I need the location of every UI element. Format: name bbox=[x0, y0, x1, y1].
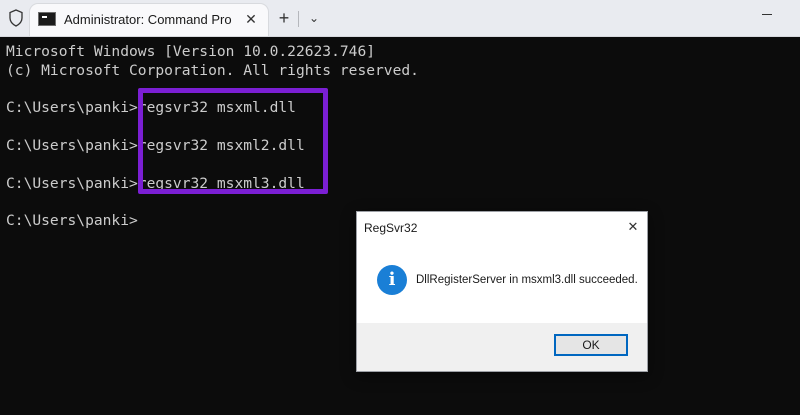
separator bbox=[298, 11, 299, 27]
terminal-prompt[interactable]: C:\Users\panki> bbox=[6, 212, 138, 230]
close-icon[interactable]: ✕ bbox=[623, 217, 643, 237]
terminal-line: (c) Microsoft Corporation. All rights re… bbox=[6, 62, 419, 79]
new-tab-button[interactable]: + bbox=[272, 6, 296, 30]
dialog-footer: OK bbox=[357, 323, 647, 371]
terminal-icon bbox=[38, 12, 56, 26]
shield-icon bbox=[9, 9, 23, 27]
close-icon[interactable]: ✕ bbox=[240, 8, 262, 30]
terminal-line: Microsoft Windows [Version 10.0.22623.74… bbox=[6, 43, 376, 60]
command-highlight-box bbox=[138, 88, 328, 194]
tab-command-prompt[interactable]: Administrator: Command Pro ✕ bbox=[30, 4, 268, 36]
dialog-title: RegSvr32 bbox=[364, 221, 418, 235]
chevron-down-icon[interactable]: ⌄ bbox=[302, 6, 326, 30]
info-icon: i bbox=[377, 265, 407, 295]
regsvr32-dialog: RegSvr32 ✕ i DllRegisterServer in msxml3… bbox=[356, 211, 648, 372]
title-bar: Administrator: Command Pro ✕ + ⌄ bbox=[0, 0, 800, 37]
dialog-message: DllRegisterServer in msxml3.dll succeede… bbox=[416, 274, 638, 286]
tab-title: Administrator: Command Pro bbox=[64, 12, 232, 27]
minimize-button[interactable] bbox=[752, 4, 782, 24]
ok-button[interactable]: OK bbox=[554, 334, 628, 356]
